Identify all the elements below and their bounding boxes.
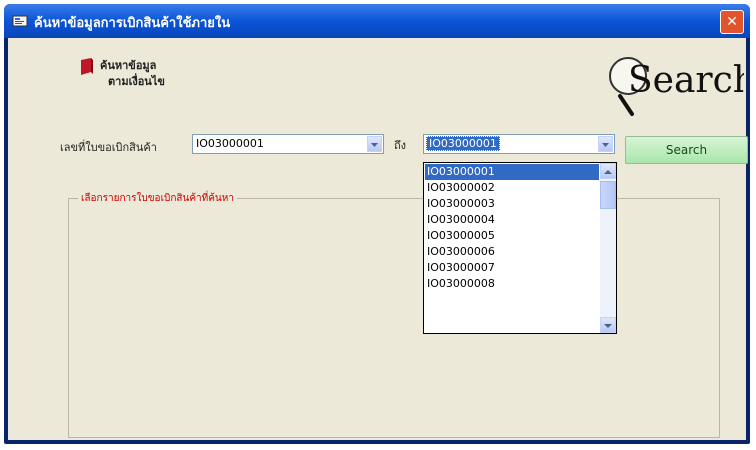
to-value: IO03000001: [426, 136, 500, 151]
search-logo-text: Search: [628, 60, 744, 101]
window-icon: [12, 15, 28, 27]
dropdown-option[interactable]: IO03000003: [425, 196, 599, 212]
chevron-down-icon: [604, 324, 612, 328]
from-value: IO03000001: [196, 137, 264, 150]
dropdown-option[interactable]: IO03000006: [425, 244, 599, 260]
dropdown-scrollbar[interactable]: [600, 163, 616, 333]
window-title: ค้นหาข้อมูลการเบิกสินค้าใช้ภายใน: [34, 16, 231, 31]
search-logo: Search: [609, 57, 744, 116]
to-combobox[interactable]: IO03000001: [423, 134, 615, 154]
dropdown-option[interactable]: IO03000001: [425, 164, 599, 180]
close-icon: ✕: [726, 14, 738, 30]
book-icon: [81, 58, 93, 75]
brand-subheading: ตามเงื่อนไข: [108, 75, 165, 88]
app-window: ค้นหาข้อมูลการเบิกสินค้าใช้ภายใน ✕ ค้นหา…: [4, 4, 750, 444]
to-dropdown-list[interactable]: IO03000001 IO03000002 IO03000003 IO03000…: [423, 162, 617, 334]
dropdown-option[interactable]: IO03000004: [425, 212, 599, 228]
from-combobox[interactable]: IO03000001: [192, 134, 384, 154]
dropdown-option[interactable]: IO03000008: [425, 276, 599, 292]
chevron-down-icon: [371, 143, 378, 147]
close-button[interactable]: ✕: [720, 10, 744, 34]
form-client-area: ค้นหาข้อมูล ตามเงื่อนไข Search เลขที่ใบข…: [8, 38, 748, 440]
scroll-down-button[interactable]: [600, 317, 616, 333]
to-dropdown-button[interactable]: [598, 136, 613, 152]
results-groupbox: [68, 198, 720, 438]
dropdown-option[interactable]: IO03000007: [425, 260, 599, 276]
search-button[interactable]: Search: [625, 136, 748, 164]
chevron-up-icon: [604, 170, 612, 174]
scroll-up-button[interactable]: [600, 163, 616, 179]
dropdown-option[interactable]: IO03000002: [425, 180, 599, 196]
chevron-down-icon: [602, 143, 609, 147]
from-dropdown-button[interactable]: [367, 136, 382, 152]
dropdown-option[interactable]: IO03000005: [425, 228, 599, 244]
scroll-thumb[interactable]: [600, 181, 616, 209]
title-bar[interactable]: ค้นหาข้อมูลการเบิกสินค้าใช้ภายใน ✕: [4, 4, 750, 38]
from-label: เลขที่ใบขอเบิกสินค้า: [60, 141, 157, 154]
to-label: ถึง: [394, 139, 407, 152]
results-group-label: เลือกรายการใบขอเบิกสินค้าที่ค้นหา: [78, 191, 237, 206]
